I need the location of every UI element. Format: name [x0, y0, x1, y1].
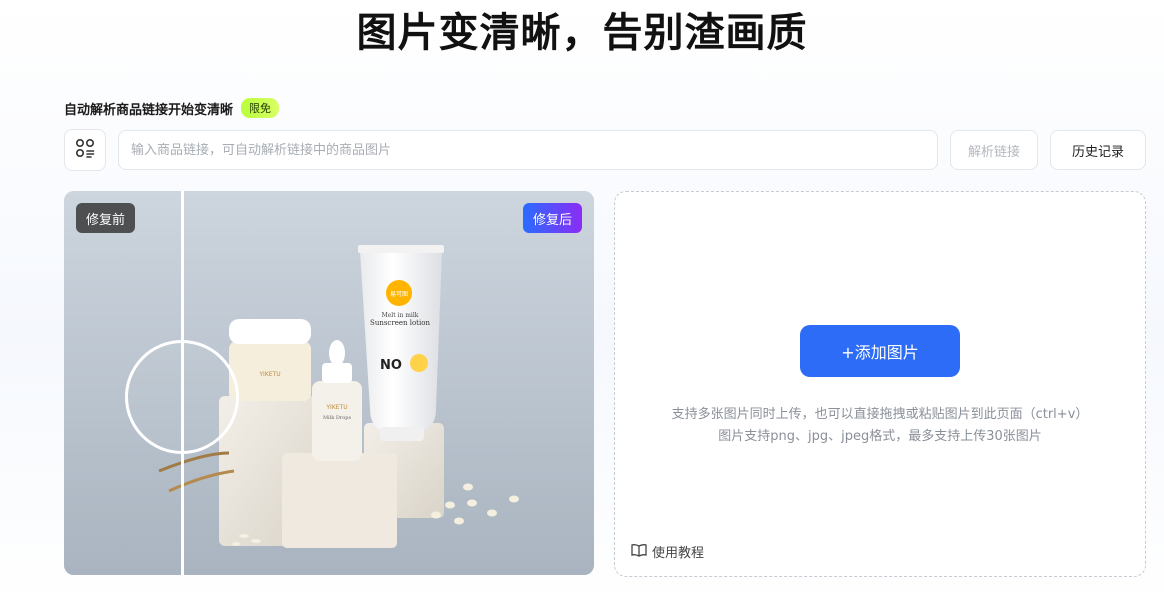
tube-no: NO: [380, 358, 402, 373]
book-icon: [631, 543, 647, 561]
upload-drop-zone[interactable]: +添加图片 支持多张图片同时上传，也可以直接拖拽或粘贴图片到此页面（ctrl+v…: [614, 191, 1146, 577]
compare-drag-handle[interactable]: [125, 340, 239, 454]
stone-block-front: [282, 453, 397, 548]
tube-line2: Sunscreen lotion: [370, 319, 430, 327]
free-badge: 限免: [241, 98, 280, 118]
upload-hint-line1: 支持多张图片同时上传，也可以直接拖拽或粘贴图片到此页面（ctrl+v）: [671, 407, 1089, 422]
product-link-input[interactable]: [118, 130, 938, 170]
tube-line1: Melt in milk: [382, 312, 419, 319]
before-tag: 修复前: [76, 203, 136, 233]
link-section-label: 自动解析商品链接开始变清晰 限免: [64, 98, 280, 118]
tutorial-label: 使用教程: [652, 546, 705, 561]
tutorial-link[interactable]: 使用教程: [631, 542, 704, 561]
dropper-brand: YIKETU: [325, 404, 347, 411]
parse-link-button[interactable]: 解析链接: [950, 130, 1038, 170]
app-grid-icon: [75, 138, 95, 162]
dropper-line: Milk Drops: [323, 415, 352, 421]
after-tag: 修复后: [522, 203, 582, 233]
page-title: 图片变清晰，告别渣画质: [356, 10, 808, 56]
add-image-button[interactable]: +添加图片: [800, 325, 960, 377]
upload-hint-line2: 图片支持png、jpg、jpeg格式，最多支持上传30张图片: [718, 429, 1042, 444]
tube-brand: 易可图: [390, 291, 408, 298]
jar-brand: YIKETU: [258, 371, 280, 378]
sunscreen-tube: [360, 251, 442, 433]
dropper-bottle: [312, 381, 362, 461]
app-grid-button[interactable]: [64, 129, 106, 171]
before-after-compare[interactable]: YIKETU YIKETU Milk Drops 易可图 Melt in mil…: [64, 191, 594, 575]
link-section-title: 自动解析商品链接开始变清晰: [64, 102, 234, 118]
history-button[interactable]: 历史记录: [1050, 130, 1146, 170]
